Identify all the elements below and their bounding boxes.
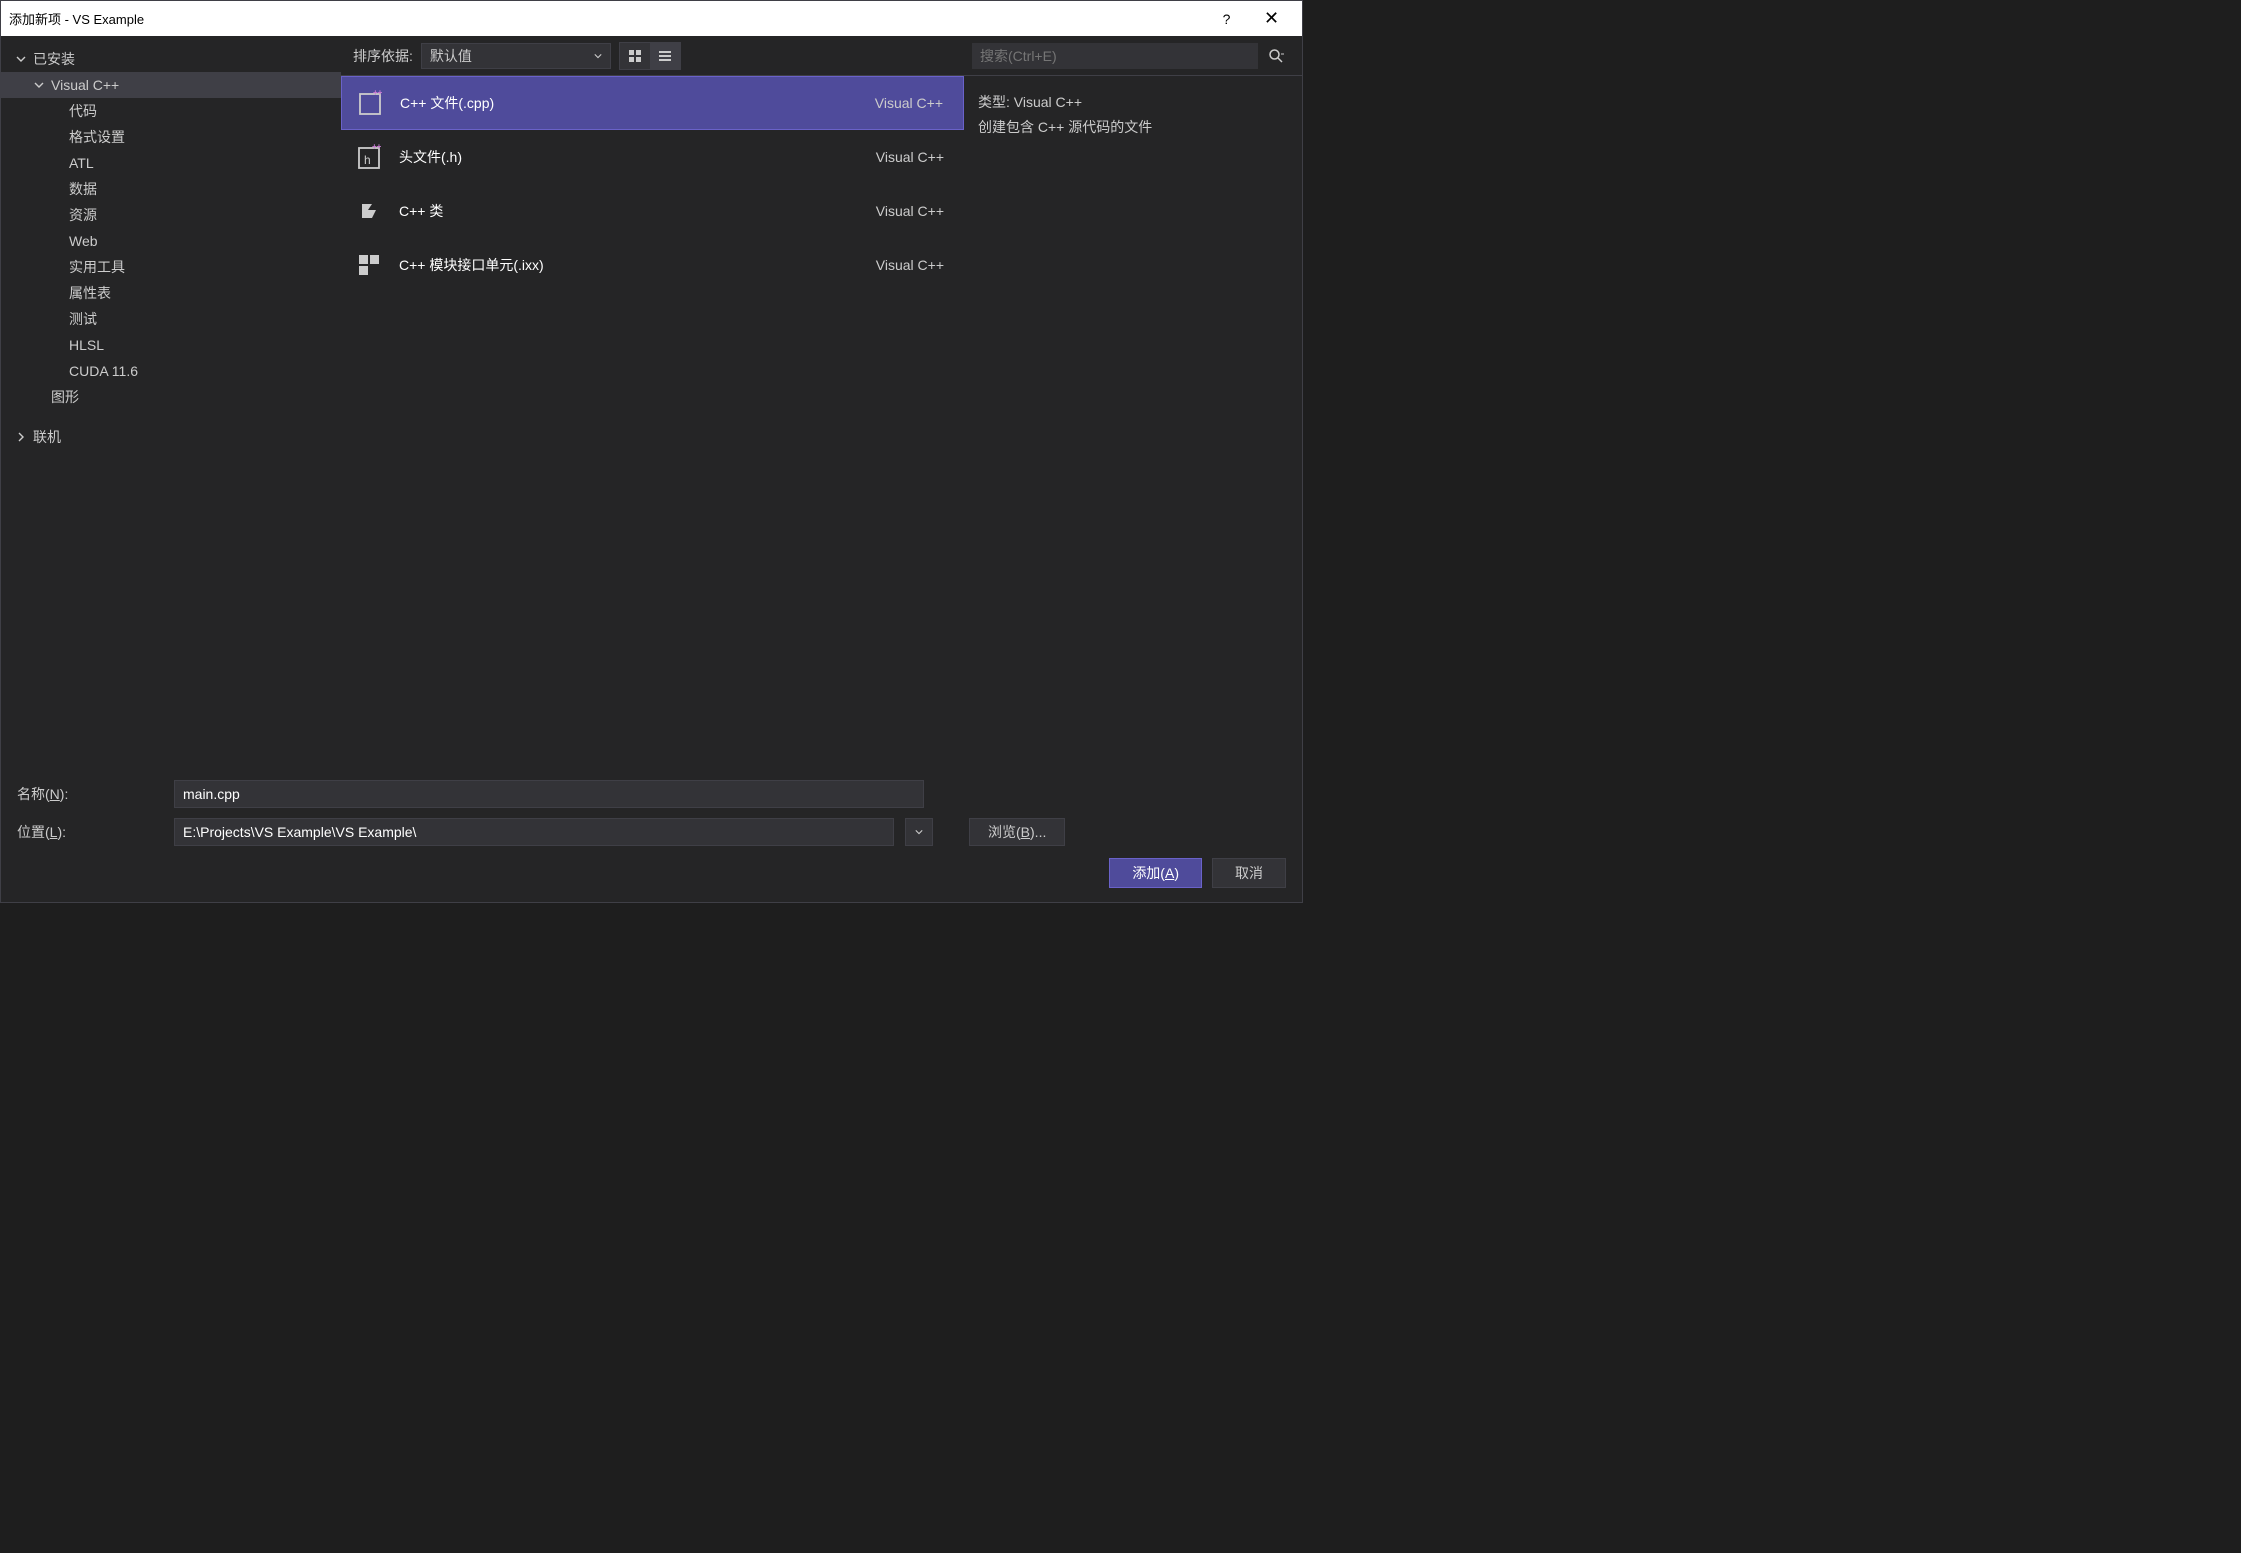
template-label: C++ 文件(.cpp) [400, 93, 861, 113]
tree-label: 格式设置 [69, 127, 125, 147]
template-cpp-module[interactable]: C++ 模块接口单元(.ixx) Visual C++ [341, 238, 964, 292]
tree-item-data[interactable]: 数据 [1, 176, 341, 202]
svg-text:++: ++ [372, 142, 382, 151]
tree-label: Visual C++ [51, 77, 119, 93]
tree-label: CUDA 11.6 [69, 363, 138, 379]
toolbar: 排序依据: 默认值 [341, 36, 964, 76]
name-label: 名称(N): [17, 784, 162, 804]
location-input[interactable] [174, 818, 894, 846]
location-row: 位置(L): 浏览(B)... [17, 818, 1286, 846]
tree-visual-cpp[interactable]: Visual C++ [1, 72, 341, 98]
tree-item-propsheet[interactable]: 属性表 [1, 280, 341, 306]
template-label: C++ 模块接口单元(.ixx) [399, 255, 862, 275]
info-type-value: Visual C++ [1014, 94, 1082, 110]
template-language: Visual C++ [876, 203, 952, 219]
view-toggle [619, 42, 681, 70]
template-language: Visual C++ [875, 95, 951, 111]
tree-label: 代码 [69, 101, 97, 121]
add-new-item-dialog: 添加新项 - VS Example ? ✕ 已安装 Visual C++ 代码 … [0, 0, 1303, 903]
tree-online[interactable]: 联机 [1, 424, 341, 450]
template-label: 头文件(.h) [399, 147, 862, 167]
tree-item-utility[interactable]: 实用工具 [1, 254, 341, 280]
template-language: Visual C++ [876, 257, 952, 273]
tree-label: HLSL [69, 337, 104, 353]
bottom-form: 名称(N): 位置(L): 浏览(B)... 添加(A) 取消 [1, 768, 1302, 902]
sort-label: 排序依据: [353, 46, 413, 66]
chevron-down-icon [31, 77, 47, 93]
header-file-icon: h++ [353, 141, 385, 173]
tree-label: 图形 [51, 387, 79, 407]
view-large-icons[interactable] [620, 43, 650, 69]
svg-text:h: h [364, 153, 371, 167]
info-description: 创建包含 C++ 源代码的文件 [978, 115, 1288, 140]
template-panel: 排序依据: 默认值 ++ [341, 36, 964, 768]
add-button[interactable]: 添加(A) [1109, 858, 1202, 888]
template-cpp-file[interactable]: ++ C++ 文件(.cpp) Visual C++ [341, 76, 964, 130]
close-button[interactable]: ✕ [1249, 4, 1294, 34]
action-buttons: 添加(A) 取消 [17, 858, 1286, 888]
search-box [964, 36, 1302, 76]
window-title: 添加新项 - VS Example [9, 9, 1204, 28]
chevron-down-icon [13, 51, 29, 67]
help-button[interactable]: ? [1204, 4, 1249, 34]
template-info: 类型: Visual C++ 创建包含 C++ 源代码的文件 [964, 76, 1302, 154]
tree-item-web[interactable]: Web [1, 228, 341, 254]
tree-label: 联机 [33, 427, 61, 447]
tree-label: 属性表 [69, 283, 111, 303]
cpp-file-icon: ++ [354, 87, 386, 119]
tree-label: 测试 [69, 309, 97, 329]
tree-installed[interactable]: 已安装 [1, 46, 341, 72]
template-header-file[interactable]: h++ 头文件(.h) Visual C++ [341, 130, 964, 184]
search-button[interactable] [1258, 43, 1294, 69]
tree-item-formatting[interactable]: 格式设置 [1, 124, 341, 150]
titlebar: 添加新项 - VS Example ? ✕ [1, 1, 1302, 36]
tree-label: 数据 [69, 179, 97, 199]
chevron-right-icon [13, 429, 29, 445]
location-dropdown[interactable] [905, 818, 933, 846]
browse-button[interactable]: 浏览(B)... [969, 818, 1065, 846]
tree-item-resource[interactable]: 资源 [1, 202, 341, 228]
sort-value: 默认值 [430, 46, 472, 66]
info-type-label: 类型: [978, 94, 1010, 110]
tree-graphics[interactable]: 图形 [1, 384, 341, 410]
tree-item-test[interactable]: 测试 [1, 306, 341, 332]
tree-label: 已安装 [33, 49, 75, 69]
cancel-button[interactable]: 取消 [1212, 858, 1286, 888]
class-icon [353, 195, 385, 227]
template-cpp-class[interactable]: C++ 类 Visual C++ [341, 184, 964, 238]
info-type-row: 类型: Visual C++ [978, 90, 1288, 115]
tree-item-code[interactable]: 代码 [1, 98, 341, 124]
tree-label: Web [69, 233, 98, 249]
module-icon [353, 249, 385, 281]
template-language: Visual C++ [876, 149, 952, 165]
tree-item-hlsl[interactable]: HLSL [1, 332, 341, 358]
chevron-down-icon [594, 52, 602, 60]
view-list[interactable] [650, 43, 680, 69]
tree-label: 实用工具 [69, 257, 125, 277]
tree-item-atl[interactable]: ATL [1, 150, 341, 176]
template-list: ++ C++ 文件(.cpp) Visual C++ h++ 头文件(.h) V… [341, 76, 964, 768]
svg-text:++: ++ [373, 88, 383, 97]
sort-dropdown[interactable]: 默认值 [421, 43, 611, 69]
main-area: 已安装 Visual C++ 代码 格式设置 ATL 数据 资源 Web 实用工… [1, 36, 1302, 768]
details-panel: 类型: Visual C++ 创建包含 C++ 源代码的文件 [964, 36, 1302, 768]
tree-label: 资源 [69, 205, 97, 225]
tree-label: ATL [69, 155, 94, 171]
name-row: 名称(N): [17, 780, 1286, 808]
location-label: 位置(L): [17, 822, 162, 842]
tree-item-cuda[interactable]: CUDA 11.6 [1, 358, 341, 384]
name-input[interactable] [174, 780, 924, 808]
search-input[interactable] [972, 43, 1258, 69]
category-tree: 已安装 Visual C++ 代码 格式设置 ATL 数据 资源 Web 实用工… [1, 36, 341, 768]
template-label: C++ 类 [399, 201, 862, 221]
